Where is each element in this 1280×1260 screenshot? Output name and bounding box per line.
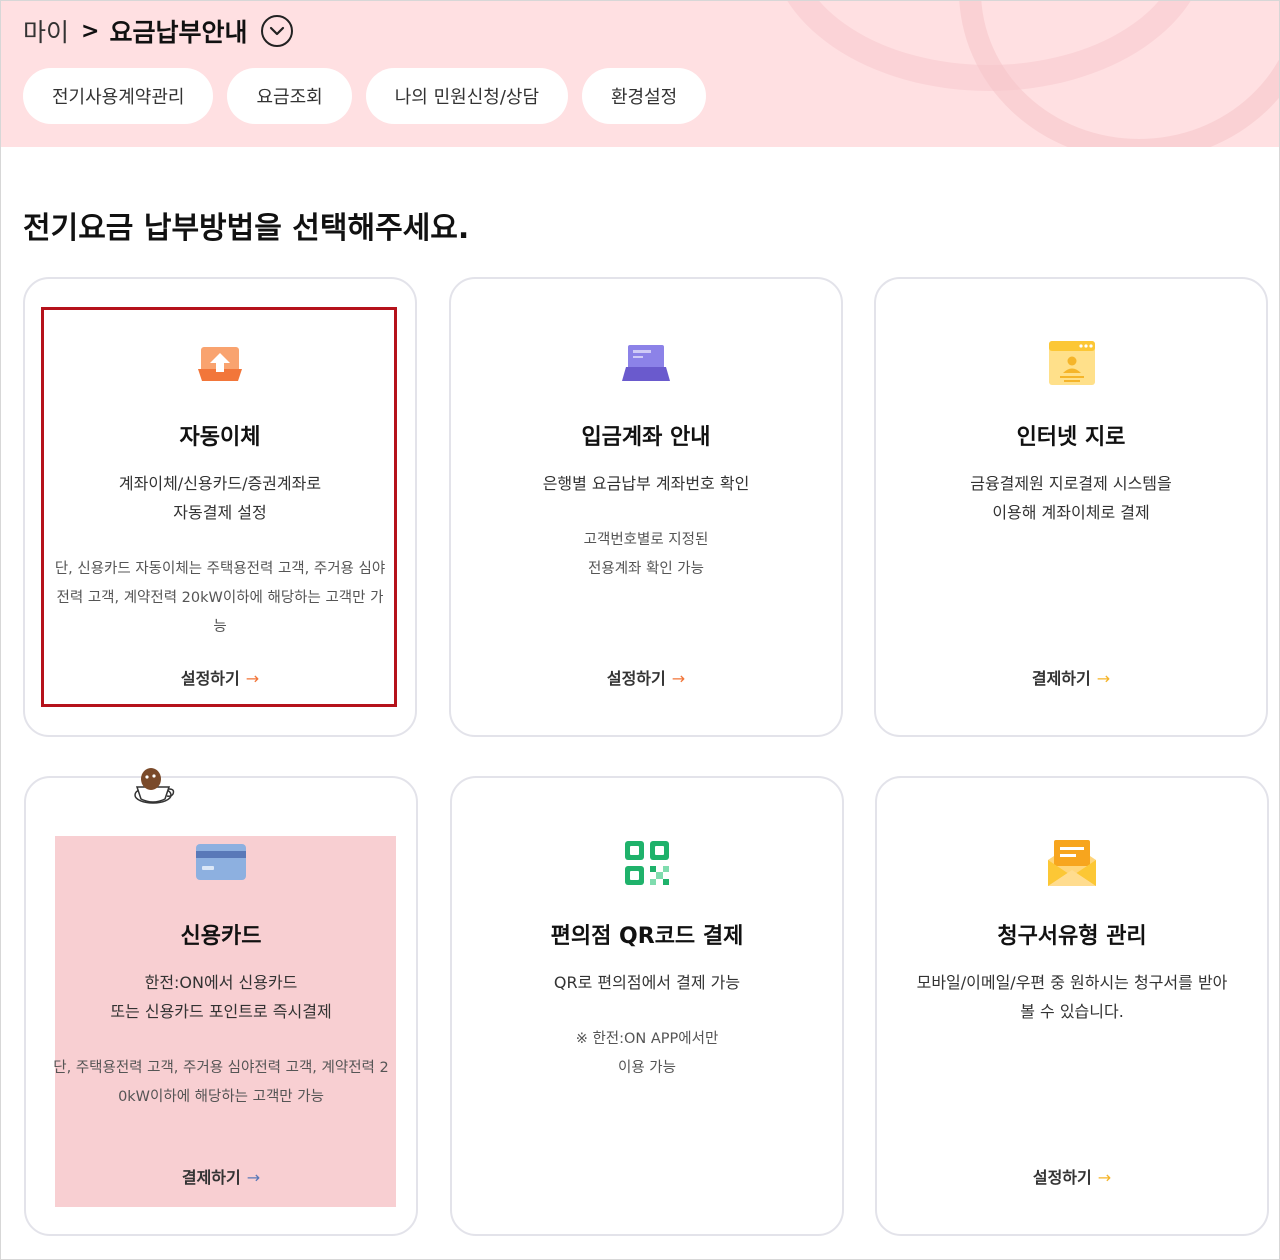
card-title: 신용카드 [180,924,262,949]
card-description: 은행별 요금납부 계좌번호 확인 [542,474,750,493]
card-description: 모바일/이메일/우편 중 원하시는 청구서를 받아 볼 수 있습니다. [916,973,1228,1021]
credit-card-icon [193,838,249,890]
card-note: 단, 주택용전력 고객, 주거용 심야전력 고객, 계약전력 2 0kW이하에 … [53,1060,389,1105]
page-title: 전기요금 납부방법을 선택해주세요. [23,211,470,246]
breadcrumb-current: 요금납부안내 [109,18,248,47]
header-decoration [959,1,1279,147]
card-note: ※ 한전:ON APP에서만 이용 가능 [575,1031,719,1076]
card-title: 편의점 QR코드 결제 [550,924,744,949]
tab-contract[interactable]: 전기사용계약관리 [23,68,214,124]
card-note: 단, 신용카드 자동이체는 주택용전력 고객, 주거용 심야 전력 고객, 계약… [54,561,386,635]
arrow-right-icon: → [1097,1168,1112,1187]
pay-button[interactable]: 결제하기 → [876,665,1266,689]
card-description: 한전:ON에서 신용카드 또는 신용카드 포인트로 즉시결제 [110,973,332,1021]
qr-code-icon [619,838,675,890]
setup-button[interactable]: 설정하기 → [25,665,415,689]
arrow-right-icon: → [671,669,686,688]
card-description: QR로 편의점에서 결제 가능 [553,973,741,992]
card-title: 청구서유형 관리 [997,924,1147,949]
tab-settings[interactable]: 환경설정 [582,68,707,124]
card-bill-type[interactable]: 청구서유형 관리 모바일/이메일/우편 중 원하시는 청구서를 받아 볼 수 있… [875,776,1269,1236]
card-internet-giro[interactable]: 인터넷 지로 금융결제원 지로결제 시스템을 이용해 계좌이체로 결제 결제하기… [874,277,1268,737]
setup-button[interactable]: 설정하기 → [877,1164,1267,1188]
chevron-down-icon[interactable] [261,15,294,47]
laptop-icon [618,339,674,391]
card-note: 고객번호별로 지정된 전용계좌 확인 가능 [583,532,709,577]
setup-button[interactable]: 설정하기 → [451,665,841,689]
card-title: 인터넷 지로 [1016,425,1126,450]
card-auto-transfer[interactable]: 자동이체 계좌이체/신용카드/증권계좌로 자동결제 설정 단, 신용카드 자동이… [23,277,417,737]
card-deposit-account[interactable]: 입금계좌 안내 은행별 요금납부 계좌번호 확인 고객번호별로 지정된 전용계좌… [449,277,843,737]
arrow-right-icon: → [245,669,260,688]
envelope-icon [1044,838,1100,890]
tab-bill-inquiry[interactable]: 요금조회 [227,68,352,124]
tab-my-requests[interactable]: 나의 민원신청/상담 [365,68,568,124]
card-description: 계좌이체/신용카드/증권계좌로 자동결제 설정 [118,474,322,522]
upload-icon [192,339,248,391]
card-credit-card[interactable]: 신용카드 한전:ON에서 신용카드 또는 신용카드 포인트로 즉시결제 단, 주… [24,776,418,1236]
card-convenience-qr[interactable]: 편의점 QR코드 결제 QR로 편의점에서 결제 가능 ※ 한전:ON APP에… [450,776,844,1236]
sub-nav-tabs: 전기사용계약관리 요금조회 나의 민원신청/상담 환경설정 [23,68,707,124]
card-title: 자동이체 [179,425,261,450]
card-title: 입금계좌 안내 [581,425,711,450]
pay-button[interactable]: 결제하기 → [26,1164,416,1188]
breadcrumb-home[interactable]: 마이 [23,13,69,49]
arrow-right-icon: → [1096,669,1111,688]
coffee-cup-sticker-icon [131,765,175,807]
card-description: 금융결제원 지로결제 시스템을 이용해 계좌이체로 결제 [970,474,1172,522]
page-header: 마이 > 요금납부안내 전기사용계약관리 요금조회 나의 민원신청/상담 환경설… [1,1,1279,147]
breadcrumb: 마이 > 요금납부안내 [23,13,294,49]
arrow-right-icon: → [246,1168,261,1187]
breadcrumb-separator-icon: > [81,18,100,44]
web-profile-icon [1043,339,1099,391]
